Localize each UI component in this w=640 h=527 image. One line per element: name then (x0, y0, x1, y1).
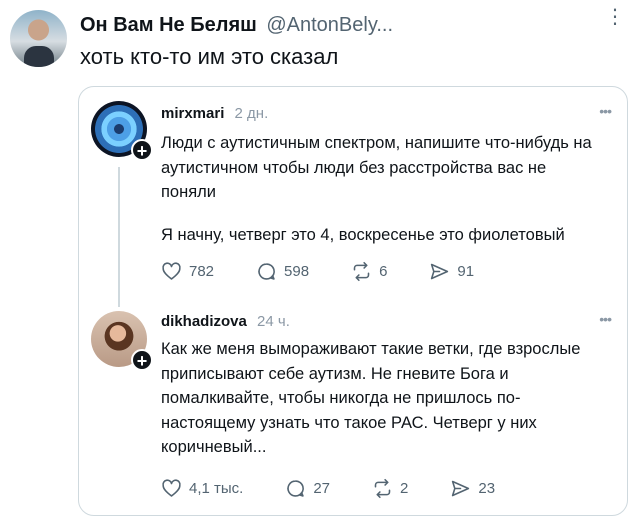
post-actions: 782 598 6 91 (161, 261, 516, 282)
share-count: 23 (478, 480, 496, 497)
avatar[interactable] (10, 10, 67, 67)
author-name[interactable]: Он Вам Не Беляш (80, 14, 257, 36)
reply-button[interactable]: 598 (256, 261, 309, 282)
comment-icon (287, 480, 305, 497)
author-line: Он Вам Не Беляш @AntonBely... (80, 14, 393, 37)
post-body: Как же меня вымораживают такие ветки, гд… (161, 337, 601, 460)
post-actions: 4,1 тыс. 27 2 23 (161, 478, 537, 499)
send-icon (431, 263, 449, 280)
username[interactable]: mirxmari (161, 105, 224, 122)
reply-count: 27 (313, 480, 331, 497)
like-button[interactable]: 782 (161, 261, 214, 282)
share-count: 91 (457, 263, 475, 280)
repost-count: 2 (400, 480, 409, 497)
comment-icon (258, 263, 275, 280)
timestamp: 24 ч. (257, 313, 290, 330)
follow-plus-icon[interactable]: + (131, 139, 153, 161)
more-options-icon[interactable]: ••• (599, 103, 612, 119)
like-count: 782 (189, 263, 215, 280)
post-paragraph: Люди с аутистичным спектром, напишите чт… (161, 134, 592, 201)
repost-button[interactable]: 6 (351, 261, 387, 282)
heart-icon (162, 479, 181, 497)
embedded-thread[interactable]: + mirxmari 2 дн. ••• Люди с аутистичным … (78, 86, 628, 516)
thread-connector (118, 167, 120, 307)
reply-button[interactable]: 27 (285, 478, 330, 499)
repost-icon (374, 478, 391, 499)
post-meta: dikhadizova 24 ч. (161, 313, 290, 330)
more-options-icon[interactable]: ••• (599, 311, 612, 327)
repost-button[interactable]: 2 (372, 478, 408, 499)
post-text: хоть кто-то им это сказал (80, 44, 339, 69)
repost-icon (353, 261, 370, 282)
share-button[interactable]: 91 (429, 261, 474, 282)
share-button[interactable]: 23 (450, 478, 495, 499)
like-button[interactable]: 4,1 тыс. (161, 478, 243, 499)
post-body: Люди с аутистичным спектром, напишите чт… (161, 131, 601, 247)
post-paragraph: Как же меня вымораживают такие ветки, гд… (161, 340, 581, 456)
more-options-icon[interactable]: ⋮ (605, 7, 625, 27)
like-count: 4,1 тыс. (189, 480, 244, 497)
repost-count: 6 (379, 263, 388, 280)
post-header: Он Вам Не Беляш @AntonBely... ⋮ хоть кто… (10, 7, 630, 69)
post-meta: mirxmari 2 дн. (161, 105, 268, 122)
reply-count: 598 (284, 263, 310, 280)
author-handle[interactable]: @AntonBely... (266, 14, 393, 36)
send-icon (452, 480, 470, 497)
username[interactable]: dikhadizova (161, 313, 247, 330)
timestamp: 2 дн. (234, 105, 269, 122)
heart-icon (162, 262, 181, 280)
follow-plus-icon[interactable]: + (131, 349, 153, 371)
post-paragraph: Я начну, четверг это 4, воскресенье это … (161, 225, 565, 244)
